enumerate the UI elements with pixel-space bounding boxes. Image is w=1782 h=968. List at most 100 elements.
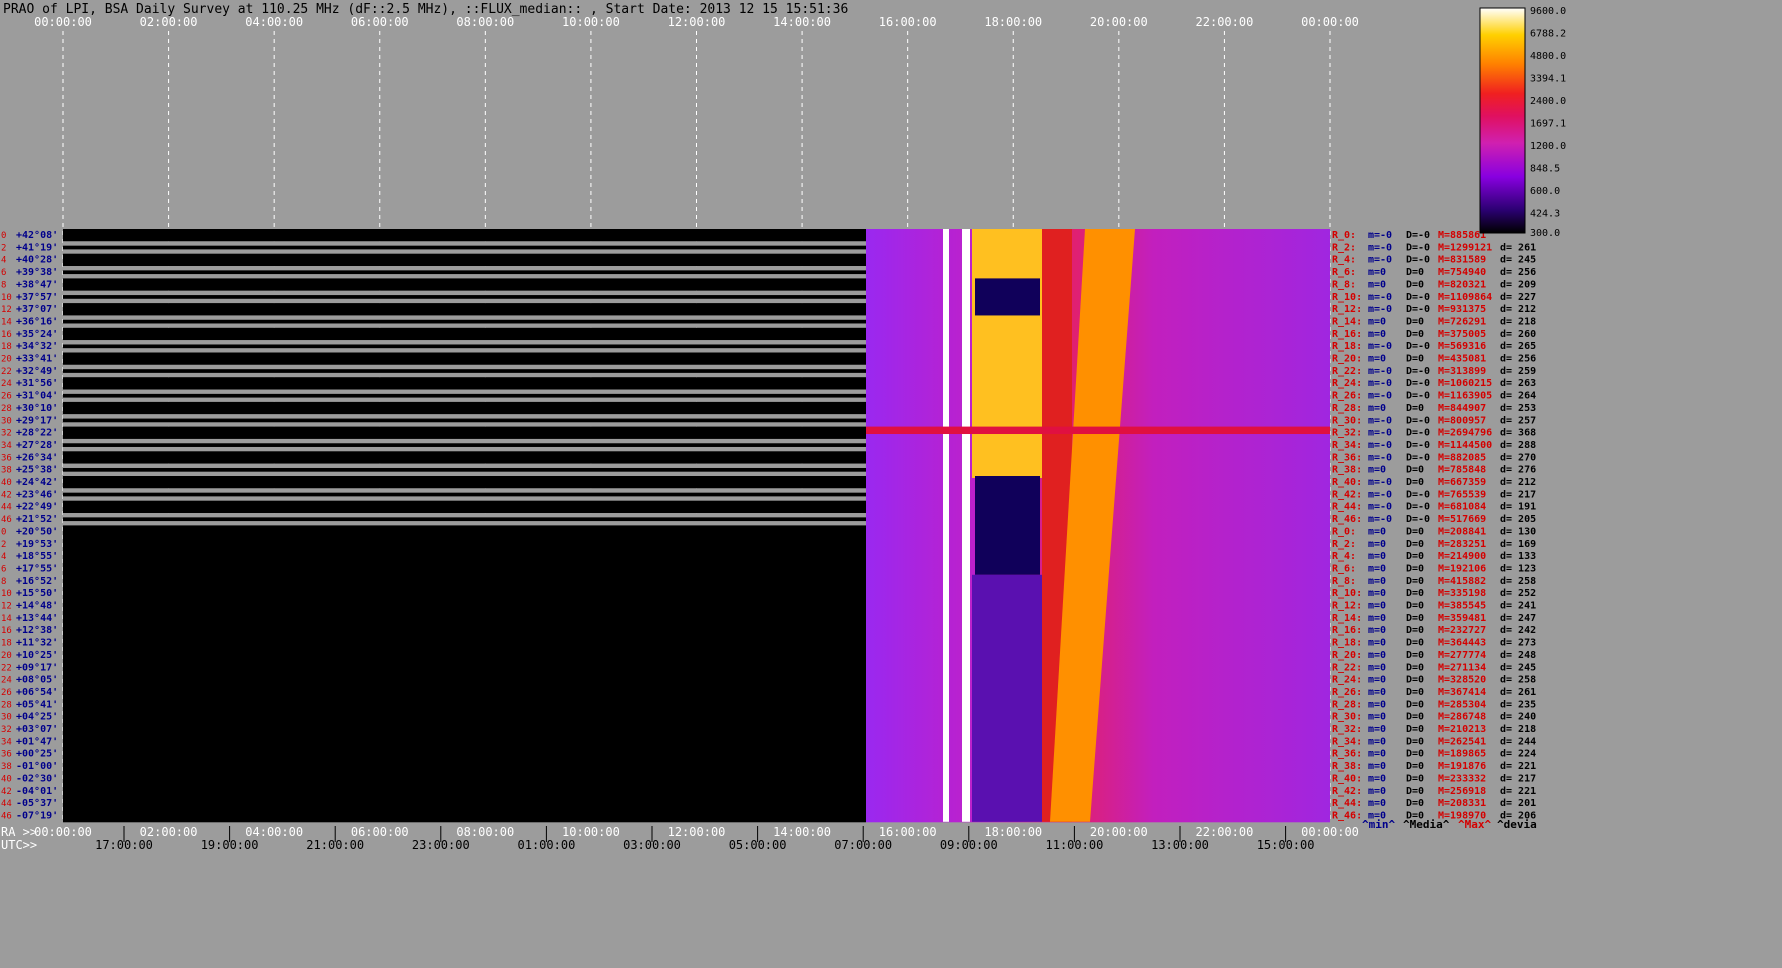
heat-cell-left-band xyxy=(63,393,866,398)
row-beam-number: 38 xyxy=(1,762,12,772)
row-stat-dev: d= 257 xyxy=(1500,415,1536,426)
row-declination-label: +03°07' xyxy=(16,724,58,735)
row-stat-median: D=0 xyxy=(1406,551,1424,562)
ra-axis-tick-label: 18:00:00 xyxy=(984,825,1042,839)
row-stat-min: m=0 xyxy=(1368,601,1386,612)
ra-axis-tick-label: 10:00:00 xyxy=(562,825,620,839)
row-stat-max: M=1060215 xyxy=(1438,378,1492,389)
row-declination-label: +30°10' xyxy=(16,403,58,414)
row-stat-max: M=931375 xyxy=(1438,304,1486,315)
row-beam-number: 30 xyxy=(1,713,12,723)
row-beam-number: 44 xyxy=(1,799,12,809)
row-stat-median: D=0 xyxy=(1406,563,1424,574)
row-stat-min: m=0 xyxy=(1368,786,1386,797)
heat-cell-left xyxy=(63,760,866,773)
row-declination-label: +13°44' xyxy=(16,613,58,624)
heat-cell-left xyxy=(63,636,866,650)
row-stat-median: D=0 xyxy=(1406,267,1424,278)
utc-axis-tick-label: 03:00:00 xyxy=(623,838,681,852)
row-stat-min: m=-0 xyxy=(1368,304,1392,315)
row-stat-dev: d= 273 xyxy=(1500,638,1536,649)
colorbar-tick-label: 2400.0 xyxy=(1530,96,1566,107)
top-axis-tick-label: 16:00:00 xyxy=(879,15,937,29)
colorbar-tick-label: 6788.2 xyxy=(1530,29,1566,40)
row-beam-number: 32 xyxy=(1,725,12,735)
colorbar-tick-label: 4800.0 xyxy=(1530,51,1566,62)
row-beam-number: 14 xyxy=(1,614,12,624)
row-declination-label: +32°49' xyxy=(16,366,58,377)
heat-cell-right xyxy=(866,723,1330,736)
row-stat-max: M=283251 xyxy=(1438,539,1486,550)
colorbar-tick-label: 300.0 xyxy=(1530,228,1560,239)
row-declination-label: +26°34' xyxy=(16,452,58,463)
heat-band-white-1 xyxy=(943,229,949,822)
row-stat-max: M=210213 xyxy=(1438,724,1486,735)
row-stat-median: D=-0 xyxy=(1406,304,1430,315)
row-beam-number: 6 xyxy=(1,268,6,278)
row-stat-min: m=0 xyxy=(1368,329,1386,340)
row-stat-median: D=-0 xyxy=(1406,341,1430,352)
row-stat-min: m=-0 xyxy=(1368,391,1392,402)
row-stat-min: m=0 xyxy=(1368,403,1386,414)
row-beam-number: 34 xyxy=(1,737,12,747)
row-beam-number: 10 xyxy=(1,293,12,303)
row-stat-median: D=-0 xyxy=(1406,428,1430,439)
row-stat-min: m=0 xyxy=(1368,773,1386,784)
heat-cell-left xyxy=(63,661,866,675)
row-stat-dev: d= 235 xyxy=(1500,699,1536,710)
row-stat-max: M=820321 xyxy=(1438,279,1486,290)
heat-cell-left-band xyxy=(63,505,866,509)
row-declination-label: +15°50' xyxy=(16,588,58,599)
heat-cell-left-band xyxy=(63,270,866,275)
heat-cell-left-band xyxy=(63,344,866,349)
row-declination-label: +16°52' xyxy=(16,576,58,587)
row-stat-max: M=831589 xyxy=(1438,255,1486,266)
row-stat-max: M=328520 xyxy=(1438,675,1486,686)
legend-max: ^Max^ xyxy=(1458,818,1491,831)
row-declination-label: +25°38' xyxy=(16,465,58,476)
row-stat-median: D=0 xyxy=(1406,687,1424,698)
row-stat-max: M=256918 xyxy=(1438,786,1486,797)
row-stat-name: R_46: xyxy=(1332,810,1362,821)
heat-cell-left xyxy=(63,611,866,625)
row-stat-max: M=286748 xyxy=(1438,712,1486,723)
row-stat-name: R_42: xyxy=(1332,786,1362,797)
row-declination-label: +27°28' xyxy=(16,440,58,451)
row-stat-name: R_4: xyxy=(1332,255,1356,266)
row-stat-max: M=189865 xyxy=(1438,749,1486,760)
row-declination-label: -01°00' xyxy=(16,761,58,772)
heat-cell-left-band xyxy=(63,517,866,522)
heat-cell-left xyxy=(63,587,866,600)
row-stat-max: M=214900 xyxy=(1438,551,1486,562)
row-stat-dev: d= 212 xyxy=(1500,304,1536,315)
row-stat-median: D=-0 xyxy=(1406,378,1430,389)
row-stat-max: M=277774 xyxy=(1438,650,1486,661)
row-beam-number: 46 xyxy=(1,811,12,821)
heat-cell-left xyxy=(63,698,866,712)
row-beam-number: 42 xyxy=(1,490,12,500)
row-declination-label: +04°25' xyxy=(16,712,58,723)
row-stat-min: m=0 xyxy=(1368,798,1386,809)
colorbar-tick-label: 3394.1 xyxy=(1530,74,1566,85)
heat-cell-left xyxy=(63,648,866,662)
row-stat-median: D=0 xyxy=(1406,477,1424,488)
heat-cell-left xyxy=(63,747,866,761)
row-stat-median: D=-0 xyxy=(1406,391,1430,402)
row-stat-name: R_34: xyxy=(1332,736,1362,747)
sky-survey-chart: 0 +42°08' R_0: m=-0 D=-0 M=885861 2 +41°19' R_2:… xyxy=(1,6,1566,852)
row-declination-label: +01°47' xyxy=(16,736,58,747)
row-stat-median: D=-0 xyxy=(1406,452,1430,463)
heat-cell-right xyxy=(866,784,1330,798)
row-beam-number: 28 xyxy=(1,404,12,414)
row-stat-name: R_2: xyxy=(1332,539,1356,550)
row-declination-label: +09°17' xyxy=(16,662,58,673)
row-stat-name: R_26: xyxy=(1332,687,1362,698)
row-stat-dev: d= 169 xyxy=(1500,539,1536,550)
row-stat-name: R_44: xyxy=(1332,502,1362,513)
row-stat-median: D=0 xyxy=(1406,798,1424,809)
heat-cell-left xyxy=(63,574,866,588)
row-stat-max: M=208841 xyxy=(1438,526,1486,537)
row-stat-max: M=191876 xyxy=(1438,761,1486,772)
row-stat-dev: d= 256 xyxy=(1500,267,1536,278)
heat-cell-left xyxy=(63,723,866,736)
